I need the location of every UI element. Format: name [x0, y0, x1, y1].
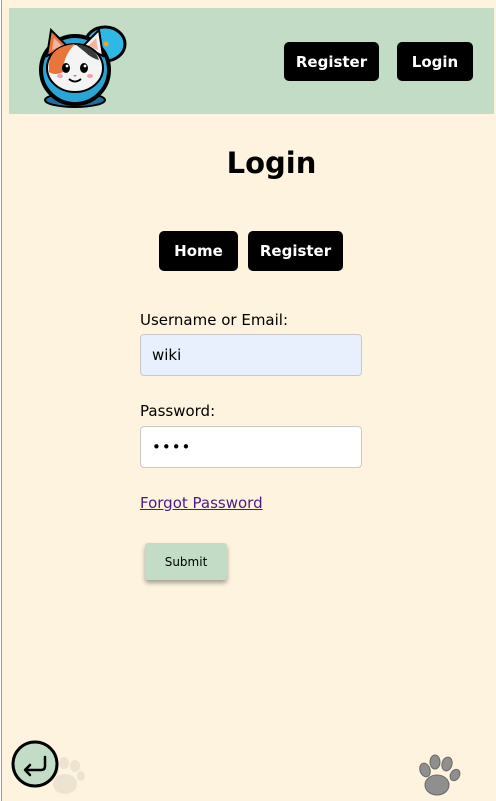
home-button[interactable]: Home	[159, 231, 238, 271]
username-input[interactable]	[140, 334, 362, 376]
top-header: Register Login	[9, 8, 494, 114]
cat-chat-logo-icon[interactable]	[33, 16, 129, 110]
header-login-button[interactable]: Login	[397, 42, 473, 81]
username-label: Username or Email:	[140, 311, 289, 329]
header-register-button[interactable]: Register	[284, 42, 379, 81]
return-arrow-icon[interactable]	[11, 740, 59, 788]
page-border	[1, 0, 2, 801]
forgot-password-link[interactable]: Forgot Password	[140, 494, 263, 512]
submit-button[interactable]: Submit	[145, 543, 227, 580]
register-button[interactable]: Register	[248, 231, 343, 271]
password-input[interactable]	[140, 426, 362, 468]
page-title: Login	[226, 146, 317, 180]
password-label: Password:	[140, 402, 216, 420]
page: Register Login Login Home Register Usern…	[1, 0, 496, 801]
paw-print-icon	[415, 753, 463, 799]
